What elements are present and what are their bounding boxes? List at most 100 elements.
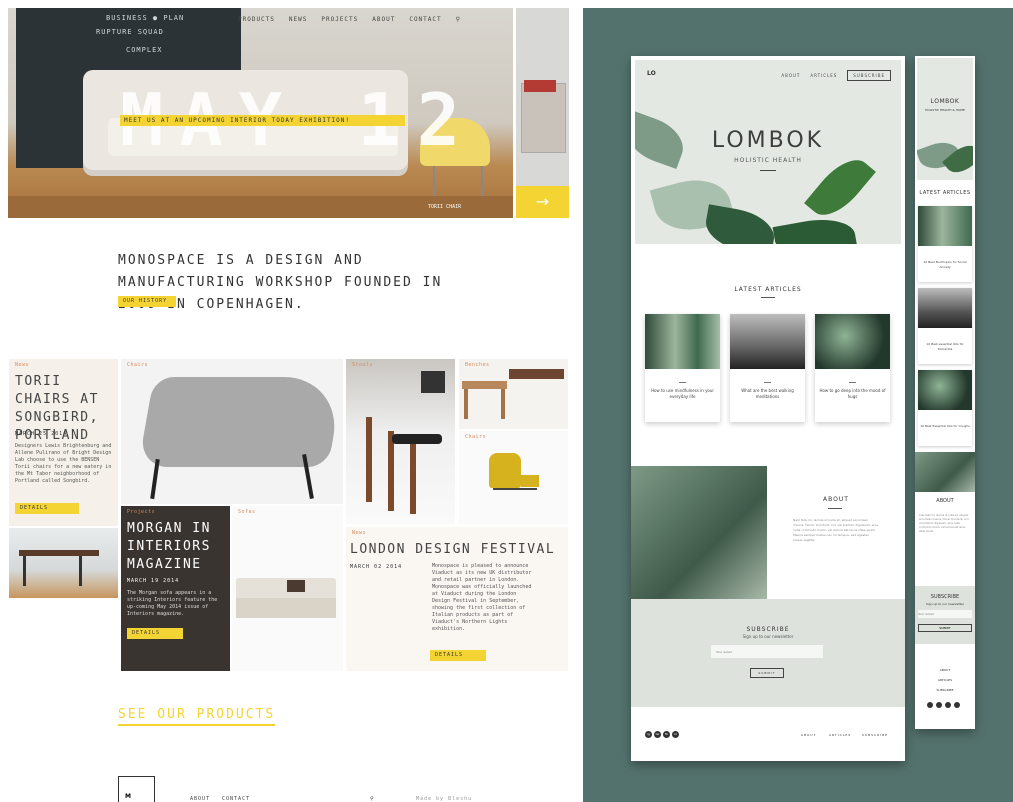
mobile-footer-subscribe[interactable]: SUBSCRIBE (915, 688, 975, 692)
dining-table-image[interactable] (9, 528, 118, 598)
card-title: LONDON DESIGN FESTIVAL (350, 542, 556, 557)
screenshot-canvas: BUSINESS ● PLAN RUPTURE SQUAD COMPLEX MA… (0, 0, 1013, 802)
linkedin-icon[interactable] (954, 702, 960, 708)
article-title: How to use mindfulness in your everyday … (650, 388, 715, 399)
lombok-hero: LO ABOUT ARTICLES SUBSCRIBE LOMBOK HOLIS… (635, 60, 901, 244)
subscribe-title: SUBSCRIBE (746, 626, 790, 633)
made-by-credit[interactable]: Made by Bleshu (416, 796, 472, 802)
nav-news[interactable]: NEWS (289, 16, 307, 23)
about-title: ABOUT (823, 496, 849, 503)
card-date: MARCH 02 2014 (350, 564, 403, 570)
hero-caption: TORII CHAIR (428, 204, 462, 210)
greenhouse-image (631, 466, 767, 599)
card-title: MORGAN IN INTERIORS MAGAZINE (127, 521, 211, 572)
footer-logo[interactable]: M (118, 776, 155, 802)
monospace-site: BUSINESS ● PLAN RUPTURE SQUAD COMPLEX MA… (0, 0, 575, 802)
details-button[interactable]: DETAILS (430, 650, 486, 661)
mobile-hero: LOMBOK HOLISTIC HEALTH & HOME (917, 58, 973, 180)
card-date: MARCH 19 2014 (127, 578, 180, 584)
mobile-submit-button[interactable]: SUBMIT (918, 624, 972, 632)
article-card[interactable]: What are the best walking meditations (730, 314, 805, 422)
card-body: Monospace is pleased to announce Viaduct… (432, 563, 532, 632)
mobile-article-title: 10 Best essential Oils for Dementia (926, 342, 964, 351)
footer-subscribe-link[interactable]: SUBSCRIBE (862, 733, 888, 737)
mobile-article-title: 10 Best Essential Oils for Coughs (920, 424, 970, 428)
twitter-icon[interactable]: tw (654, 731, 661, 738)
torii-card[interactable]: News TORII CHAIRS AT SONGBIRD, PORTLAND … (9, 359, 118, 526)
mobile-email-input[interactable] (918, 610, 972, 618)
lombok-desktop-page: LO ABOUT ARTICLES SUBSCRIBE LOMBOK HOLIS… (631, 56, 905, 761)
article-title: How to go deep into the mood of hugs (819, 388, 886, 399)
nav-subscribe-button[interactable]: SUBSCRIBE (847, 70, 891, 81)
bar-stools-card[interactable]: Stools (346, 359, 455, 524)
mobile-footer-about[interactable]: ABOUT (915, 668, 975, 672)
mobile-article-card[interactable]: 10 Best Essential Oils for Coughs (918, 370, 972, 446)
subscribe-section: SUBSCRIBE Sign up to our newsletter SUBM… (631, 599, 905, 707)
grey-lounge-chair-card[interactable]: Chairs (121, 359, 343, 504)
lombok-nav: ABOUT ARTICLES SUBSCRIBE (781, 70, 891, 81)
card-body: The Morgan sofa appears in a striking In… (127, 590, 218, 617)
hero-banner: BUSINESS ● PLAN RUPTURE SQUAD COMPLEX MA… (8, 8, 513, 218)
hero-strip[interactable]: MEET US AT AN UPCOMING INTERIOR TODAY EX… (120, 115, 405, 126)
instagram-icon[interactable]: ig (645, 731, 652, 738)
facebook-icon[interactable]: fb (663, 731, 670, 738)
lombok-showcase: LO ABOUT ARTICLES SUBSCRIBE LOMBOK HOLIS… (583, 8, 1013, 802)
card-body: Designers Lewis Brightenburg and Allene … (15, 443, 112, 484)
london-card[interactable]: News LONDON DESIGN FESTIVAL MARCH 02 201… (346, 527, 568, 671)
arrow-right-icon: → (535, 192, 550, 211)
mobile-greenhouse-image (915, 452, 975, 492)
brand-logo[interactable]: LO (647, 70, 656, 77)
footer-articles-link[interactable]: ARTICLES (829, 733, 851, 737)
mobile-subscribe-section: SUBSCRIBE Sign up to our newsletter SUBM… (915, 586, 975, 644)
email-input[interactable] (711, 645, 823, 658)
footer-search-icon[interactable]: ⚲ (370, 796, 375, 802)
submit-button[interactable]: SUBMIT (750, 668, 784, 678)
mobile-about-text: Cras felis mi, lacinia ut nulla et, aliq… (919, 514, 969, 533)
nav-about[interactable]: ABOUT (781, 73, 800, 78)
facebook-icon[interactable] (945, 702, 951, 708)
mobile-article-card[interactable]: 10 Best Nootropics for Social Anxiety (918, 206, 972, 282)
mobile-about-title: ABOUT (936, 498, 954, 504)
latest-articles-title: LATEST ARTICLES (734, 286, 802, 293)
see-our-products-link[interactable]: SEE OUR PRODUCTS (118, 707, 276, 726)
main-nav: PRODUCTS NEWS PROJECTS ABOUT CONTACT ⚲ (238, 16, 461, 23)
next-arrow-button[interactable]: → (516, 186, 569, 218)
our-history-button[interactable]: OUR HISTORY (118, 296, 176, 307)
article-image (815, 314, 890, 369)
morgan-card[interactable]: Projects MORGAN IN INTERIORS MAGAZINE MA… (121, 506, 230, 671)
lombok-footer: ig tw fb in ABOUT ARTICLES SUBSCRIBE (631, 707, 905, 761)
footer-contact-link[interactable]: CONTACT (222, 796, 250, 802)
article-card[interactable]: How to use mindfulness in your everyday … (645, 314, 720, 422)
article-image (730, 314, 805, 369)
twitter-icon[interactable] (936, 702, 942, 708)
details-button[interactable]: DETAILS (15, 503, 79, 514)
nav-about[interactable]: ABOUT (372, 16, 395, 23)
article-title: What are the best walking meditations (741, 388, 794, 399)
mobile-article-title: 10 Best Nootropics for Social Anxiety (923, 260, 967, 269)
details-button[interactable]: DETAILS (127, 628, 183, 639)
article-card[interactable]: How to go deep into the mood of hugs (815, 314, 890, 422)
nav-contact[interactable]: CONTACT (409, 16, 441, 23)
mobile-latest-title: LATEST ARTICLES (919, 190, 971, 196)
nav-products[interactable]: PRODUCTS (238, 16, 275, 23)
sofa-card[interactable]: Sofas (232, 506, 343, 671)
yellow-chair-card[interactable]: Chairs (459, 431, 568, 524)
side-hero-image: → (516, 8, 569, 218)
footer-about-link[interactable]: ABOUT (190, 796, 210, 802)
mobile-article-card[interactable]: 10 Best essential Oils for Dementia (918, 288, 972, 364)
instagram-icon[interactable] (927, 702, 933, 708)
nav-articles[interactable]: ARTICLES (810, 73, 837, 78)
mobile-social-icons (927, 702, 960, 708)
mobile-title: LOMBOK (930, 98, 960, 105)
linkedin-icon[interactable]: in (672, 731, 679, 738)
mobile-subtitle: HOLISTIC HEALTH & HOME (925, 108, 965, 112)
subscribe-subtitle: Sign up to our newsletter (742, 634, 794, 639)
card-date: MARCH 25 2014 (15, 431, 68, 437)
article-image (645, 314, 720, 369)
benches-card[interactable]: Benches (459, 359, 568, 429)
search-icon[interactable]: ⚲ (456, 16, 461, 23)
about-text: Nam felis mi, lacinia ut nulla et, aliqu… (793, 518, 879, 542)
footer-about-link[interactable]: ABOUT (801, 733, 816, 737)
nav-projects[interactable]: PROJECTS (321, 16, 358, 23)
mobile-footer-articles[interactable]: ARTICLES (915, 678, 975, 682)
